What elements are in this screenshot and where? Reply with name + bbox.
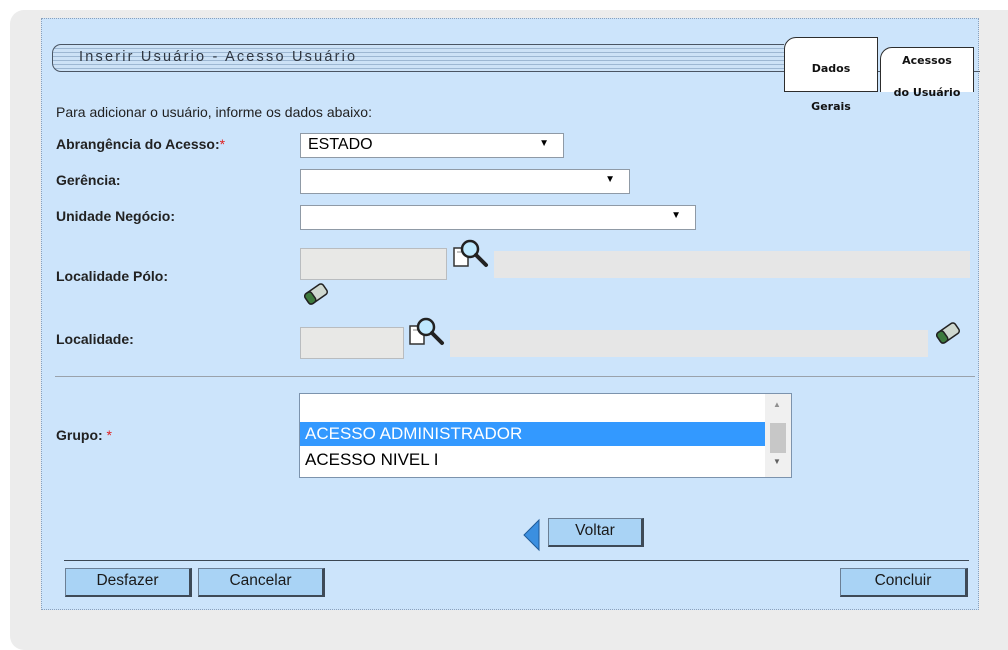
required-mark: * (106, 427, 112, 443)
eraser-icon[interactable] (934, 320, 962, 351)
section-divider (55, 376, 975, 377)
localidade-polo-label: Localidade Pólo: (56, 268, 169, 284)
cancelar-button[interactable]: Cancelar (198, 568, 325, 597)
tab-acessos-line1: Acessos (902, 53, 952, 67)
grupo-label: Grupo: * (56, 427, 112, 443)
eraser-icon[interactable] (302, 281, 330, 312)
grupo-option-blank[interactable] (300, 394, 765, 418)
gerencia-select[interactable]: ▼ (300, 169, 630, 194)
tab-dados-gerais-line1: Dados (811, 62, 851, 75)
chevron-down-icon: ▼ (539, 138, 549, 149)
abrangencia-label: Abrangência do Acesso:* (56, 136, 225, 152)
chevron-down-icon: ▼ (605, 174, 615, 185)
unidade-label: Unidade Negócio: (56, 208, 176, 224)
gerencia-label: Gerência: (56, 172, 121, 188)
footer-divider (64, 560, 969, 561)
abrangencia-label-text: Abrangência do Acesso: (56, 136, 220, 152)
grupo-option[interactable]: ACESSO NIVEL I (300, 448, 765, 472)
scroll-up-icon[interactable]: ▲ (773, 400, 781, 409)
search-icon[interactable] (452, 238, 492, 275)
tab-dados-gerais[interactable]: Dados Gerais (784, 37, 878, 113)
grupo-option-selected[interactable]: ACESSO ADMINISTRADOR (300, 422, 765, 446)
localidade-label: Localidade: (56, 331, 134, 347)
abrangencia-value: ESTADO (308, 136, 373, 153)
tab-acessos-usuario[interactable]: Acessos do Usuário (880, 47, 974, 99)
page-title: Inserir Usuário - Acesso Usuário (79, 49, 358, 65)
voltar-button[interactable]: Voltar (548, 518, 644, 547)
search-icon[interactable] (408, 316, 448, 353)
localidade-code-field[interactable] (300, 327, 404, 359)
required-mark: * (219, 136, 226, 152)
title-bar: Inserir Usuário - Acesso Usuário (52, 44, 784, 72)
scroll-down-icon[interactable]: ▼ (773, 457, 781, 466)
unidade-select[interactable]: ▼ (300, 205, 696, 230)
localidade-polo-code-field[interactable] (300, 248, 447, 280)
listbox-scrollbar[interactable]: ▲ ▼ (765, 394, 791, 477)
abrangencia-select[interactable]: ESTADO ▼ (300, 133, 564, 158)
localidade-polo-name-field (494, 251, 970, 278)
tab-acessos-line2: do Usuário (893, 85, 961, 99)
form-intro: Para adicionar o usuário, informe os dad… (56, 104, 372, 120)
grupo-label-text: Grupo: (56, 427, 103, 443)
chevron-down-icon: ▼ (671, 210, 681, 221)
tab-dados-gerais-line2: Gerais (811, 100, 851, 113)
concluir-button[interactable]: Concluir (840, 568, 968, 597)
grupo-listbox[interactable]: ACESSO ADMINISTRADOR ACESSO NIVEL I ▲ ▼ (299, 393, 792, 478)
localidade-name-field (450, 330, 928, 357)
back-arrow-icon[interactable] (521, 518, 543, 557)
scrollbar-thumb[interactable] (770, 423, 786, 453)
desfazer-button[interactable]: Desfazer (65, 568, 192, 597)
